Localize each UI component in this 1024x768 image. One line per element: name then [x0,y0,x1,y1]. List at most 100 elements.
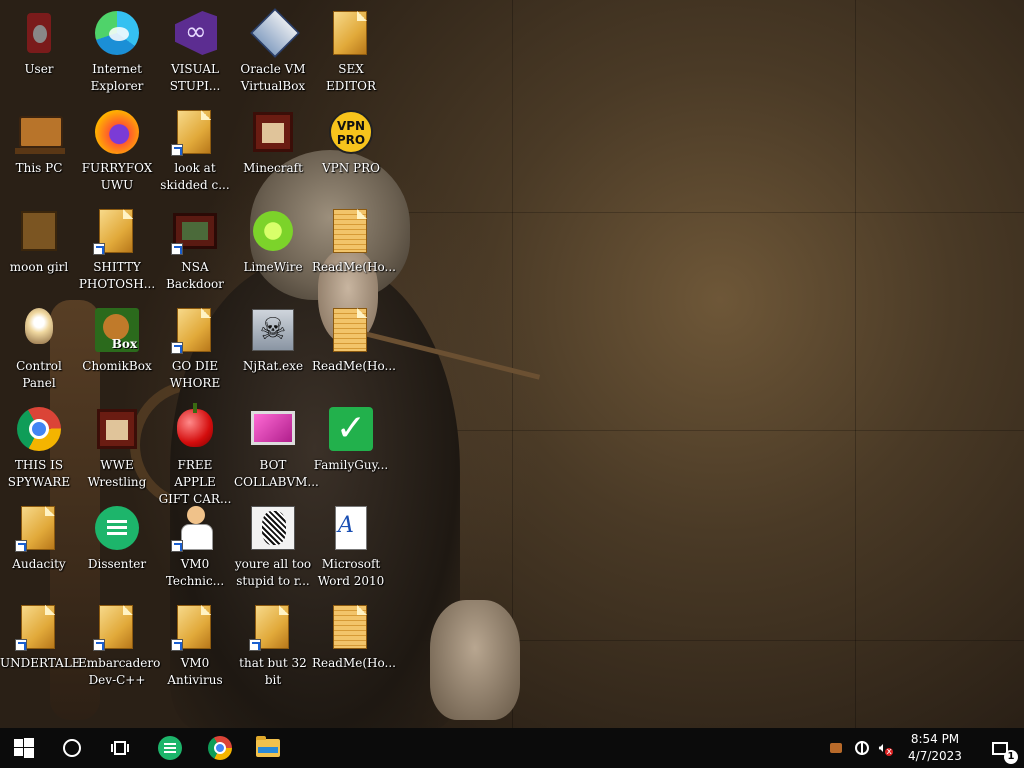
action-center-button[interactable]: 1 [980,728,1020,768]
desktop-icon-label: Microsoft Word 2010 [317,557,385,588]
virtualbox-icon [250,8,300,58]
taskbar-chrome-button[interactable] [196,728,244,768]
desktop-icon-njrat[interactable]: ☠ NjRat.exe [234,302,312,401]
vendor-tray-icon [830,743,842,753]
desktop-icon-label: Control Panel [16,359,62,390]
desktop-icon-vm0-technician[interactable]: VM0 Technic... [156,500,234,599]
desktop-icon-go-die[interactable]: GO DIE WHORE [156,302,234,401]
desktop-icon-label: SEX EDITOR [326,62,376,93]
desktop-icon-that-but-32-bit[interactable]: that but 32 bit [234,599,312,698]
desktop-icon-label: Embarcadero Dev-C++ [78,656,161,687]
search-button[interactable] [48,728,96,768]
search-circle-icon [63,739,81,757]
dissenter-icon [95,506,139,550]
desktop-icon-minecraft[interactable]: Minecraft [234,104,312,203]
desktop-icon-free-apple-gift-card[interactable]: FREE APPLE GIFT CAR... [156,401,234,506]
firefox-icon [95,110,139,154]
desktop-icon-label: GO DIE WHORE [169,359,221,390]
globe-network-icon [855,741,869,755]
start-button[interactable] [0,728,48,768]
desktop-icon-look-at-skidded[interactable]: look at skidded c... [156,104,234,203]
desktop-icon-this-is-spyware[interactable]: THIS IS SPYWARE [0,401,78,500]
desktop-icon-control-panel[interactable]: Control Panel [0,302,78,401]
shortcut-arrow-icon [171,342,183,354]
desktop-icon-moon-girl[interactable]: moon girl [0,203,78,302]
minecraft-icon [253,112,293,152]
readme-document-icon [333,209,367,253]
checkmark-icon: ✓ [329,407,373,451]
technician-icon [179,506,213,550]
user-folder-icon [27,13,51,53]
desktop-icon-label: LimeWire [243,260,303,274]
skull-icon: ☠ [252,309,294,351]
desktop-icon-youre-all-too-stupid[interactable]: youre all too stupid to r... [234,500,312,599]
desktop-icon-vpn-pro[interactable]: VPN PRO VPN PRO [312,104,390,203]
chomikbox-icon [95,308,139,352]
taskbar-file-explorer-button[interactable] [244,728,292,768]
shortcut-arrow-icon [171,144,183,156]
limewire-icon [253,211,293,251]
desktop-icon-visual-studio[interactable]: VISUAL STUPI... [156,5,234,104]
desktop-icon-vm0-antivirus[interactable]: VM0 Antivirus [156,599,234,698]
desktop-icon-label: that but 32 bit [239,656,307,687]
task-view-button[interactable] [96,728,144,768]
desktop-icon-internet-explorer[interactable]: Internet Explorer [78,5,156,104]
shortcut-arrow-icon [171,540,183,552]
desktop-icon-shitty-photoshop[interactable]: SHITTY PHOTOSH... [78,203,156,302]
desktop-icon-embarcadero[interactable]: Embarcadero Dev-C++ [78,599,161,698]
desktop-icon-label: ChomikBox [82,359,152,373]
start-icon [14,738,34,758]
desktop-icon-label: This PC [15,161,63,175]
taskbar-clock[interactable]: 8:54 PM 4/7/2023 [898,728,972,768]
desktop-icon-chomikbox[interactable]: ChomikBox [78,302,156,401]
desktop-icon-label: look at skidded c... [160,161,230,192]
shortcut-arrow-icon [171,243,183,255]
desktop-icon-microsoft-word[interactable]: Microsoft Word 2010 [312,500,390,599]
desktop-icon-sex-editor[interactable]: SEX EDITOR [312,5,390,104]
tray-network-button[interactable] [850,728,874,768]
shortcut-arrow-icon [15,639,27,651]
task-view-icon [111,741,129,755]
desktop-icon-wwe-wrestling[interactable]: WWE Wrestling [78,401,156,500]
shortcut-arrow-icon [249,639,261,651]
desktop-icon-label: ReadMe(Ho... [312,656,396,670]
desktop-icon-familyguy[interactable]: ✓ FamilyGuy... [312,401,390,500]
desktop-icon-label: Dissenter [87,557,147,571]
shortcut-arrow-icon [15,540,27,552]
desktop-icon-readme-2[interactable]: ReadMe(Ho... [312,302,396,401]
taskbar-dissenter-button[interactable] [146,728,194,768]
desktop-icon-label: Minecraft [243,161,303,175]
desktop-icon-readme-3[interactable]: ReadMe(Ho... [312,599,396,698]
desktop-icon-label: SHITTY PHOTOSH... [78,260,156,291]
desktop-icon-undertale[interactable]: UNDERTALE [0,599,81,698]
desktop-icon-audacity[interactable]: Audacity [0,500,78,599]
desktop-icon-label: VM0 Technic... [165,557,225,588]
chrome-icon [17,407,61,451]
desktop-icon-label: BOT COLLABVM... [234,458,319,489]
tray-volume-button[interactable]: 🔈︎ x [874,728,898,768]
shortcut-arrow-icon [93,639,105,651]
clock-time: 8:54 PM [910,732,960,746]
lamp-icon [25,308,53,344]
apple-icon [177,403,213,447]
desktop-icon-nsa-backdoor[interactable]: NSA Backdoor [156,203,234,302]
desktop-icon-virtualbox[interactable]: Oracle VM VirtualBox [234,5,312,104]
desktop-icon-furryfox[interactable]: FURRYFOX UWU [78,104,156,203]
desktop-icon-grid: User Internet Explorer VISUAL STUPI... O… [0,0,1024,728]
taskbar: 🔈︎ x 8:54 PM 4/7/2023 1 [0,728,1024,768]
desktop-icon-label: NjRat.exe [242,359,304,373]
desktop-icon-limewire[interactable]: LimeWire [234,203,312,302]
desktop-icon-dissenter[interactable]: Dissenter [78,500,156,599]
shortcut-arrow-icon [93,243,105,255]
desktop-icon-user[interactable]: User [0,5,78,104]
desktop-icon-bot-collabvm[interactable]: BOT COLLABVM... [234,401,319,500]
desktop-icon-this-pc[interactable]: This PC [0,104,78,203]
desktop-icon-label: Internet Explorer [90,62,144,93]
desktop-icon-label: WWE Wrestling [87,458,147,489]
desktop-icon-label: Oracle VM VirtualBox [240,62,306,93]
clock-date: 4/7/2023 [908,749,962,763]
desktop-icon-readme-1[interactable]: ReadMe(Ho... [312,203,396,302]
desktop-icon-label: VM0 Antivirus [167,656,223,687]
tray-vendor-icon-button[interactable] [826,728,846,768]
desktop-icon-label: VPN PRO [321,161,380,175]
